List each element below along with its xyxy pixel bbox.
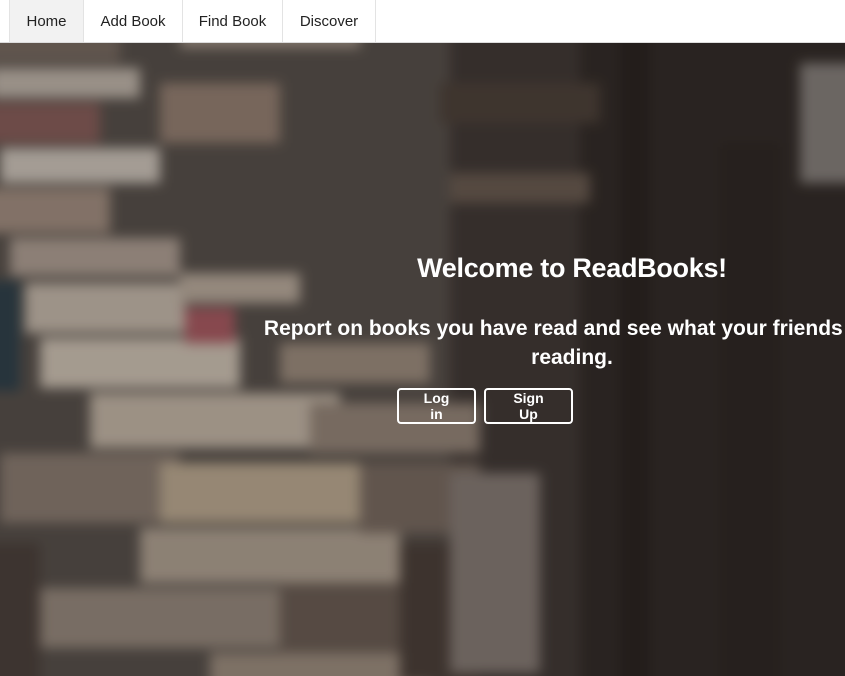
nav-item-add-book[interactable]: Add Book bbox=[84, 0, 183, 42]
nav-item-home[interactable]: Home bbox=[9, 0, 84, 42]
nav-item-home-label: Home bbox=[26, 12, 67, 30]
hero-section: Welcome to ReadBooks! Report on books yo… bbox=[0, 43, 845, 676]
login-button[interactable]: Log in bbox=[397, 388, 476, 424]
nav-item-find-book[interactable]: Find Book bbox=[183, 0, 283, 42]
nav-item-discover[interactable]: Discover bbox=[283, 0, 376, 42]
nav-item-find-book-label: Find Book bbox=[198, 12, 267, 30]
hero-subtitle: Report on books you have read and see wh… bbox=[263, 317, 845, 369]
top-navbar: Home Add Book Find Book Discover bbox=[0, 0, 845, 43]
signup-button[interactable]: Sign Up bbox=[484, 388, 573, 424]
hero-title: Welcome to ReadBooks! bbox=[417, 253, 727, 283]
nav-left-spacer bbox=[0, 0, 9, 42]
nav-item-add-book-label: Add Book bbox=[100, 12, 166, 30]
page: Home Add Book Find Book Discover Welcome… bbox=[0, 0, 845, 676]
hero-button-group: Log in Sign Up bbox=[143, 388, 827, 424]
hero-content: Welcome to ReadBooks! Report on books yo… bbox=[230, 253, 845, 424]
nav-item-discover-label: Discover bbox=[299, 12, 359, 30]
